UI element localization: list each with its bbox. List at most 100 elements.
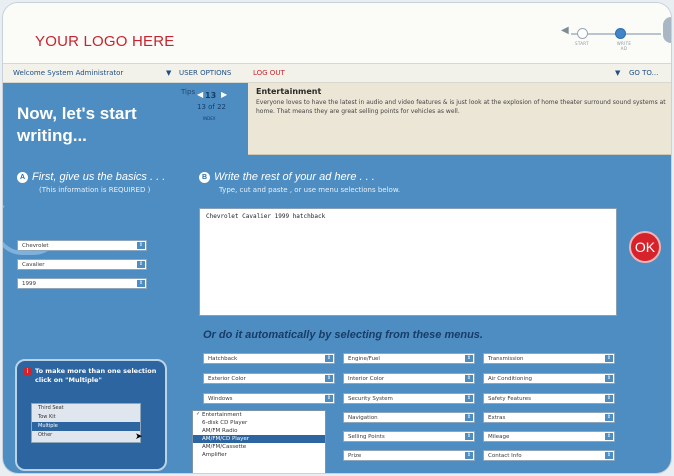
menu-select[interactable]: Navigation ⇕	[343, 412, 475, 423]
menu-select-label: Safety Features	[488, 396, 531, 402]
tips-label: Tips	[181, 88, 196, 96]
entertainment-dropdown[interactable]: ✓ Entertainment 6-disk CD Player AM/FM R…	[192, 410, 326, 473]
menu-select[interactable]: Security System ⇕	[343, 393, 475, 404]
welcome-text: Welcome System Administrator	[13, 69, 124, 77]
list-item: Third Seat	[38, 405, 64, 411]
header: YOUR LOGO HERE ◀ START WRITE AD	[3, 3, 671, 63]
step-label-start: START	[575, 41, 589, 46]
make-select[interactable]: Chevrolet ⇕	[17, 240, 147, 251]
user-options-arrow-icon: ▼	[166, 69, 172, 77]
tip-title: Entertainment	[256, 87, 322, 96]
menu-select-label: Navigation	[348, 415, 378, 421]
menu-select-label: Air Conditioning	[488, 376, 533, 382]
chevron-down-icon: ⇕	[605, 375, 613, 382]
make-select-value: Chevrolet	[22, 243, 49, 249]
menu-select-label: Transmission	[488, 356, 524, 362]
logo: YOUR LOGO HERE	[35, 33, 175, 50]
pointer-cursor-icon: ➤	[135, 432, 143, 442]
menu-select[interactable]: Transmission ⇕	[483, 353, 615, 364]
chevron-down-icon: ⇕	[325, 355, 333, 362]
menu-select[interactable]: Air Conditioning ⇕	[483, 373, 615, 384]
tips-current: 13	[205, 91, 217, 100]
menu-select[interactable]: Engine/Fuel ⇕	[343, 353, 475, 364]
info-icon: i	[23, 367, 32, 376]
section-a-heading: A First, give us the basics . . .	[17, 171, 165, 183]
chevron-down-icon: ⇕	[465, 433, 473, 440]
section-b-badge: B	[199, 172, 210, 183]
menu-select[interactable]: Extras ⇕	[483, 412, 615, 423]
chevron-down-icon: ⇕	[325, 395, 333, 402]
chevron-down-icon: ⇕	[465, 395, 473, 402]
page-title: Now, let's start writing...	[17, 104, 137, 145]
menu-select[interactable]: Safety Features ⇕	[483, 393, 615, 404]
dropdown-item[interactable]: Amplifier	[193, 451, 325, 459]
menu-select-label: Extras	[488, 415, 506, 421]
chevron-down-icon: ⇕	[137, 280, 145, 287]
tips-next-icon[interactable]: ▶	[221, 90, 227, 99]
dropdown-item-highlighted[interactable]: AM/FM/CD Player	[193, 435, 325, 443]
menus-title: Or do it automatically by selecting from…	[203, 329, 483, 341]
app-frame: YOUR LOGO HERE ◀ START WRITE AD Welcome …	[2, 2, 672, 474]
check-icon: ✓	[196, 411, 201, 417]
dropdown-item[interactable]: AM/FM/Cassette	[193, 443, 325, 451]
menu-select-label: Contact Info	[488, 453, 522, 459]
step-dot-start[interactable]	[577, 28, 588, 39]
multiple-help-text: To make more than one selection click on…	[35, 367, 157, 384]
chevron-down-icon: ⇕	[605, 355, 613, 362]
chevron-down-icon: ⇕	[605, 395, 613, 402]
tips-index-link[interactable]: INDEX	[203, 116, 216, 121]
model-select[interactable]: Cavalier ⇕	[17, 259, 147, 270]
menu-select-label: Prize	[348, 453, 362, 459]
menu-select-label: Selling Points	[348, 434, 385, 440]
section-a-subtitle: (This information is REQUIRED )	[39, 186, 151, 194]
chevron-down-icon: ⇕	[605, 414, 613, 421]
section-b-subtitle: Type, cut and paste , or use menu select…	[219, 186, 401, 194]
menu-select[interactable]: Prize ⇕	[343, 450, 475, 461]
menu-select-label: Exterior Color	[208, 376, 246, 382]
chevron-down-icon: ⇕	[137, 242, 145, 249]
multiple-help-box: i To make more than one selection click …	[15, 359, 167, 471]
menu-select-label: Windows	[208, 396, 233, 402]
menu-select-label: Interior Color	[348, 376, 385, 382]
menu-select[interactable]: Hatchback ⇕	[203, 353, 335, 364]
menu-select[interactable]: Contact Info ⇕	[483, 450, 615, 461]
model-select-value: Cavalier	[22, 262, 45, 268]
goto-link[interactable]: GO TO...	[629, 69, 658, 77]
menu-select-label: Engine/Fuel	[348, 356, 380, 362]
chevron-down-icon: ⇕	[465, 355, 473, 362]
menu-select[interactable]: Exterior Color ⇕	[203, 373, 335, 384]
chevron-down-icon: ⇕	[137, 261, 145, 268]
goto-arrow-icon: ▼	[615, 69, 621, 77]
menu-select[interactable]: Interior Color ⇕	[343, 373, 475, 384]
dropdown-item[interactable]: 6-disk CD Player	[193, 419, 325, 427]
section-b-heading: B Write the rest of your ad here . . .	[199, 171, 375, 183]
chevron-down-icon: ⇕	[605, 452, 613, 459]
step-label-write-ad: WRITE AD	[616, 41, 632, 51]
ad-text-area[interactable]: Chevrolet Cavalier 1999 hatchback	[199, 208, 617, 316]
multiple-example-list: Third Seat Tow Kit Multiple Other	[31, 403, 141, 443]
menu-select[interactable]: Mileage ⇕	[483, 431, 615, 442]
collapse-tab[interactable]	[663, 17, 671, 43]
year-select[interactable]: 1999 ⇕	[17, 278, 147, 289]
section-b-title: Write the rest of your ad here . . .	[214, 171, 375, 183]
ok-button[interactable]: OK	[629, 231, 661, 263]
tip-body: Everyone loves to have the latest in aud…	[256, 99, 666, 115]
navbar: Welcome System Administrator ▼ USER OPTI…	[3, 63, 671, 83]
dropdown-item[interactable]: AM/FM Radio	[193, 427, 325, 435]
chevron-down-icon: ⇕	[325, 375, 333, 382]
menu-select[interactable]: Selling Points ⇕	[343, 431, 475, 442]
chevron-down-icon: ⇕	[465, 375, 473, 382]
menu-select-label: Hatchback	[208, 356, 238, 362]
dropdown-item[interactable]: Entertainment	[193, 411, 325, 419]
tips-nav: Tips ◀ 13 ▶ 13 of 22 INDEX	[181, 88, 251, 140]
tip-panel: Entertainment Everyone loves to have the…	[248, 83, 671, 155]
logout-link[interactable]: LOG OUT	[253, 69, 285, 77]
menu-select[interactable]: Windows ⇕	[203, 393, 335, 404]
tips-prev-icon[interactable]: ◀	[197, 90, 203, 99]
step-dot-write-ad[interactable]	[615, 28, 626, 39]
user-options-link[interactable]: USER OPTIONS	[179, 69, 231, 77]
list-item-selected: Multiple	[32, 422, 140, 431]
chevron-down-icon: ⇕	[465, 414, 473, 421]
year-select-value: 1999	[22, 281, 36, 287]
progress-steps: START WRITE AD	[563, 25, 663, 55]
